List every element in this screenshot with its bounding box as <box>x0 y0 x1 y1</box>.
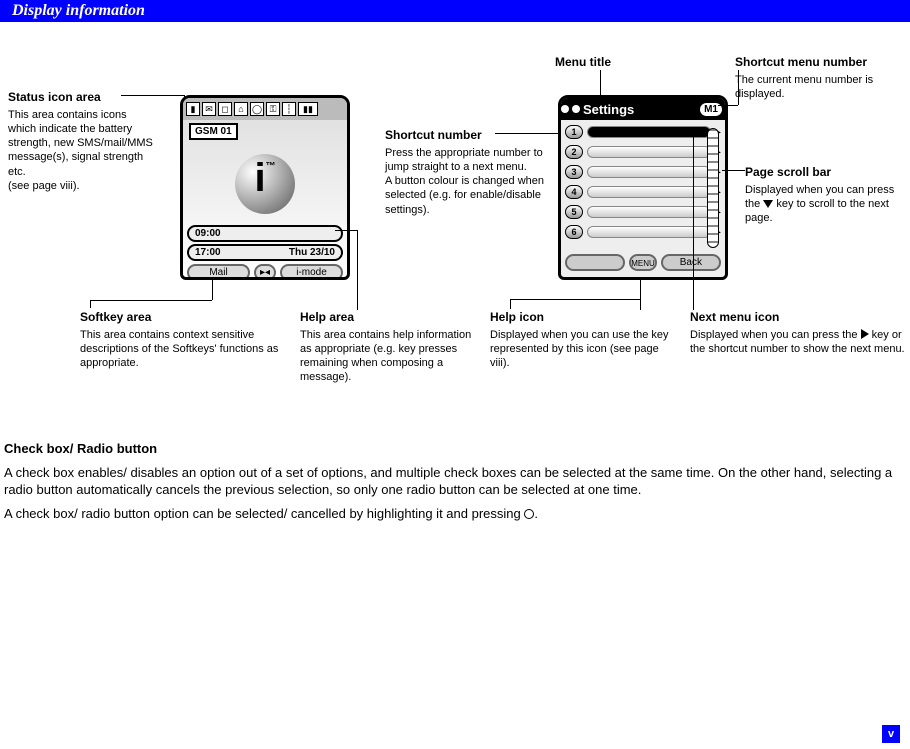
callout-title: Status icon area <box>8 90 153 106</box>
page-title: Display information <box>12 2 145 19</box>
callout-body: Displayed when you can use the key repre… <box>490 328 680 371</box>
bead-icon <box>572 105 580 113</box>
checkbox-paragraph-1: A check box enables/ disables an option … <box>4 464 900 499</box>
callout-body: The current menu number is displayed. <box>735 73 900 102</box>
callout-body: Press the appropriate number to jump str… <box>385 146 553 217</box>
gsm-indicator: GSM 01 <box>183 120 347 143</box>
callout-help-area: Help area This area contains help inform… <box>300 310 478 385</box>
page-number-badge: v <box>882 725 900 743</box>
down-arrow-icon <box>763 200 773 208</box>
callout-shortcut-menu-number: Shortcut menu number The current menu nu… <box>735 55 900 101</box>
leader-line <box>495 133 565 134</box>
callout-body: This area contains icons which indicate … <box>8 108 153 194</box>
checkbox-paragraph-2: A check box/ radio button option can be … <box>4 505 900 523</box>
menu-item[interactable]: 1 ▶ <box>565 123 721 141</box>
leader-line <box>718 105 738 106</box>
menu-item[interactable]: 2 ▶ <box>565 143 721 161</box>
shortcut-number-3[interactable]: 3 <box>565 165 583 179</box>
help-icon[interactable]: MENU <box>629 254 657 271</box>
callout-body: This area contains context sensitive des… <box>80 328 280 371</box>
leader-line <box>600 70 601 95</box>
softkey-row: MENU Back <box>561 251 725 274</box>
key-icon: ⚿ <box>266 102 280 116</box>
shortcut-number-6[interactable]: 6 <box>565 225 583 239</box>
leader-line <box>693 130 694 310</box>
callout-title: Page scroll bar <box>745 165 905 181</box>
home-body: i™ <box>183 143 347 225</box>
shortcut-number-5[interactable]: 5 <box>565 205 583 219</box>
clock-row-2: 17:00 Thu 23/10 <box>187 244 343 261</box>
right-arrow-icon <box>861 329 869 339</box>
clock-right: Thu 23/10 <box>289 247 335 258</box>
leader-line <box>738 70 739 105</box>
callout-title: Menu title <box>555 55 645 71</box>
softkey-left[interactable]: Mail <box>187 264 250 280</box>
menu-title: Settings <box>583 102 634 117</box>
leader-line <box>510 299 511 309</box>
callout-title: Shortcut menu number <box>735 55 900 71</box>
phone-screen-settings: Settings M1 1 ▶ 2 ▶ 3 ▶ 4 ▶ 5 ▶ 6 <box>558 95 728 280</box>
leader-line <box>640 278 641 310</box>
callout-status-icon: Status icon area This area contains icon… <box>8 90 153 193</box>
callout-page-scroll: Page scroll bar Displayed when you can p… <box>745 165 905 225</box>
callout-title: Shortcut number <box>385 128 553 144</box>
leader-line <box>212 280 213 300</box>
leader-line <box>722 170 745 171</box>
page-scroll-bar[interactable] <box>707 128 719 248</box>
leader-line <box>693 130 703 131</box>
i-mode-logo-icon: i™ <box>235 154 295 214</box>
leader-line <box>90 300 91 308</box>
leader-line <box>121 95 184 96</box>
softkey-mid[interactable]: ▸◂ <box>254 264 276 280</box>
leader-line <box>510 299 640 300</box>
callout-title: Help icon <box>490 310 680 326</box>
checkbox-heading: Check box/ Radio button <box>4 440 900 458</box>
leader-line <box>357 230 358 310</box>
leader-line <box>335 230 357 231</box>
status-icon-row: ▮ ✉ ◻ ⌂ ◯ ⚿ ┆ ▮▮ <box>183 98 347 120</box>
mail-icon: ✉ <box>202 102 216 116</box>
callout-next-menu: Next menu icon Displayed when you can pr… <box>690 310 905 356</box>
callout-title: Softkey area <box>80 310 280 326</box>
divider-icon: ┆ <box>282 102 296 116</box>
callout-softkey: Softkey area This area contains context … <box>80 310 280 370</box>
clock-left: 17:00 <box>195 247 221 258</box>
callout-title: Help area <box>300 310 478 326</box>
softkey-row: Mail ▸◂ i-mode <box>183 261 347 280</box>
message-icon: ◻ <box>218 102 232 116</box>
menu-item[interactable]: 4 ▶ <box>565 183 721 201</box>
page-header: Display information <box>0 0 910 22</box>
ok-key-icon <box>524 509 534 519</box>
menu-item[interactable]: 6 ▶ <box>565 223 721 241</box>
callout-body: This area contains help information as a… <box>300 328 478 385</box>
phone-screen-home: ▮ ✉ ◻ ⌂ ◯ ⚿ ┆ ▮▮ GSM 01 i™ 09:00 17:00 T… <box>180 95 350 280</box>
leader-line <box>90 300 212 301</box>
battery-icon: ▮ <box>186 102 200 116</box>
callout-help-icon: Help icon Displayed when you can use the… <box>490 310 680 370</box>
callout-title: Next menu icon <box>690 310 905 326</box>
callout-body: Displayed when you can press the key to … <box>745 183 905 226</box>
bead-icon <box>561 105 569 113</box>
shortcut-number-2[interactable]: 2 <box>565 145 583 159</box>
lock-icon: ⌂ <box>234 102 248 116</box>
callout-body: Displayed when you can press the key or … <box>690 328 905 357</box>
softkey-left[interactable] <box>565 254 625 271</box>
softkey-right[interactable]: Back <box>661 254 721 271</box>
lower-text-section: Check box/ Radio button A check box enab… <box>4 440 900 528</box>
callout-shortcut-number: Shortcut number Press the appropriate nu… <box>385 128 553 217</box>
menu-list: 1 ▶ 2 ▶ 3 ▶ 4 ▶ 5 ▶ 6 ▶ <box>561 120 725 246</box>
globe-icon: ◯ <box>250 102 264 116</box>
softkey-right[interactable]: i-mode <box>280 264 343 280</box>
title-row: Settings M1 <box>561 98 725 120</box>
signal-icon: ▮▮ <box>298 102 318 116</box>
clock-left: 09:00 <box>195 228 221 239</box>
menu-item[interactable]: 5 ▶ <box>565 203 721 221</box>
clock-row-1: 09:00 <box>187 225 343 242</box>
shortcut-number-4[interactable]: 4 <box>565 185 583 199</box>
shortcut-number-1[interactable]: 1 <box>565 125 583 139</box>
menu-item[interactable]: 3 ▶ <box>565 163 721 181</box>
